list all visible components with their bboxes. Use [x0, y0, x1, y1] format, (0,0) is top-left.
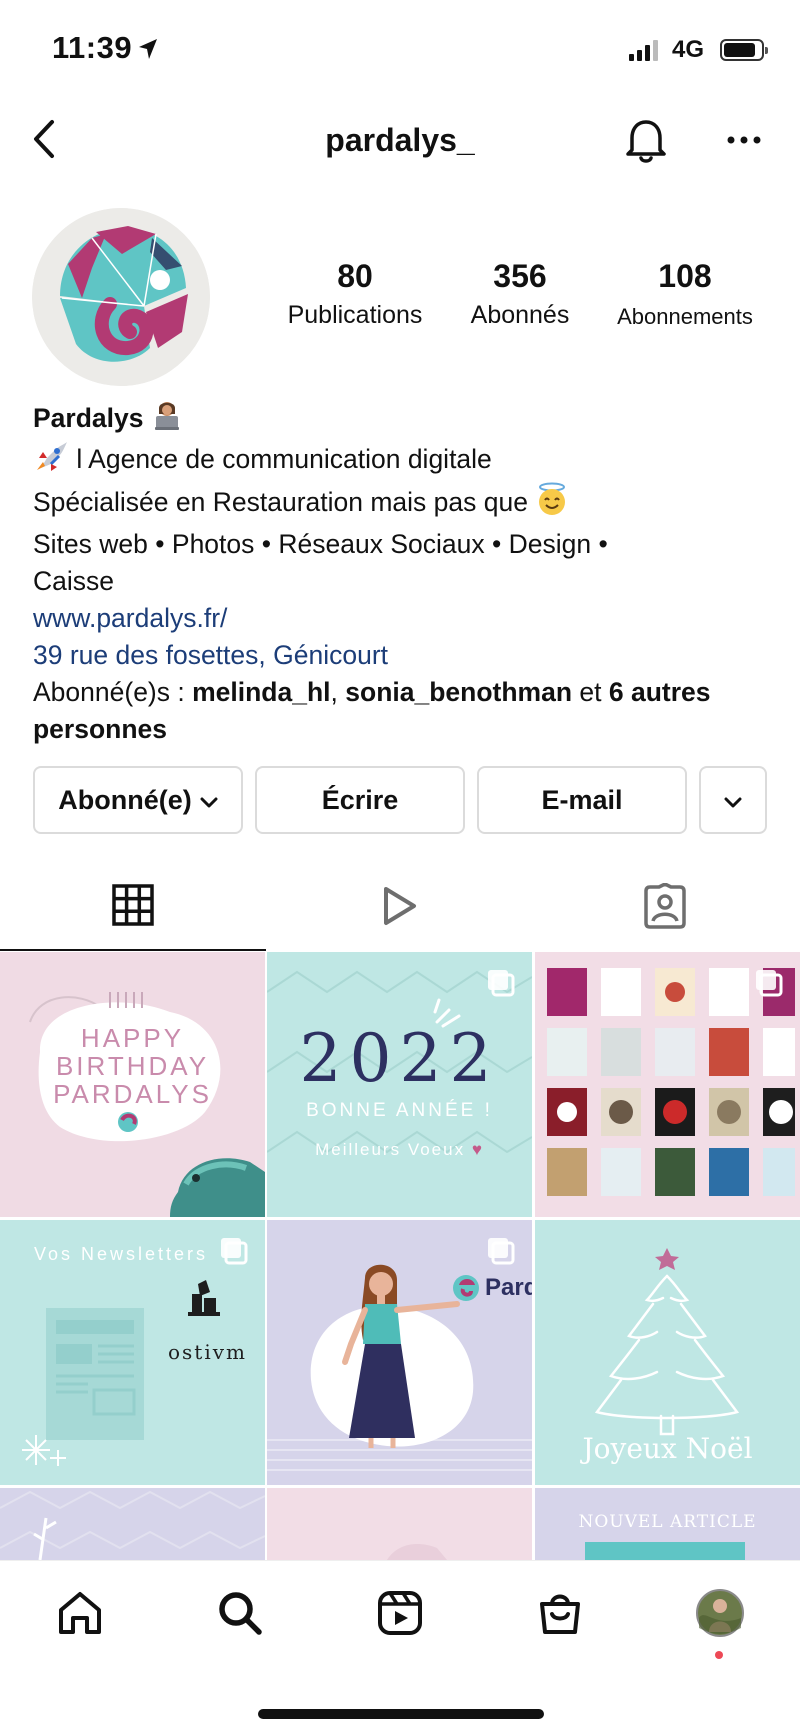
bio-line-2: Spécialisée en Restauration mais pas que [33, 487, 528, 517]
stat-label: Publications [287, 301, 423, 329]
post-tile-article[interactable]: NOUVEL ARTICLE [535, 1488, 800, 1560]
post-tile-illustration[interactable]: Pard [267, 1220, 532, 1485]
profile-header: pardalys_ [0, 100, 800, 180]
email-button[interactable]: E-mail [477, 766, 687, 834]
website-link[interactable]: www.pardalys.fr/ [33, 600, 753, 637]
bio-line-4: Caisse [33, 566, 115, 596]
bottom-navigation [0, 1560, 800, 1731]
article-artwork [585, 1542, 745, 1560]
carousel-icon [486, 968, 516, 998]
person-laptop-emoji-icon [151, 400, 183, 440]
profile-tabs [0, 865, 800, 951]
birthday-line-2: BIRTHDAY [55, 1051, 210, 1081]
email-label: E-mail [541, 784, 623, 815]
tagged-icon [642, 881, 688, 934]
carousel-icon [219, 1236, 249, 1266]
post-tile-newyear[interactable]: 2022 BONNE ANNÉE ! Meilleurs Voeux ♥ [267, 952, 532, 1217]
message-label: Écrire [321, 784, 399, 815]
stat-followers[interactable]: 356 Abonnés [440, 258, 600, 330]
address-link[interactable]: 39 rue des fosettes, Génicourt [33, 637, 753, 674]
post-tile-christmas[interactable]: Joyeux Noël [535, 1220, 800, 1485]
newyear-line-2: Meilleurs Voeux ♥ [267, 1140, 532, 1160]
status-bar: 11:39 4G [0, 0, 800, 100]
post-tile-newsletter[interactable]: Vos Newsletters ostivm [0, 1220, 265, 1485]
newyear-line-2-text: Meilleurs Voeux [315, 1140, 466, 1159]
stat-label: Abonnés [470, 301, 570, 329]
profile-username: pardalys_ [325, 122, 475, 158]
birthday-line-1: HAPPY [80, 1023, 185, 1053]
stat-publications[interactable]: 80 Publications [270, 258, 440, 330]
reels-icon[interactable] [370, 1583, 430, 1643]
birthday-line-3: PARDALYS [53, 1079, 212, 1109]
status-indicators: 4G [628, 36, 768, 64]
following-label: Abonné(e) [58, 784, 192, 815]
profile-avatar-logo[interactable] [32, 208, 210, 386]
status-time: 11:39 [52, 30, 133, 65]
carousel-icon [486, 1236, 516, 1266]
notification-dot [715, 1651, 723, 1659]
profile-bio: Pardalys l Agence de communication digit… [33, 400, 753, 748]
brand-partial-text: Pard [485, 1274, 532, 1301]
location-arrow-icon [138, 38, 158, 65]
bell-icon[interactable] [618, 112, 674, 168]
followed-sep: , [330, 677, 346, 707]
tab-grid[interactable] [0, 865, 266, 951]
newsletter-title: Vos Newsletters [34, 1244, 209, 1264]
following-button[interactable]: Abonné(e) [33, 766, 243, 834]
bio-line-3: Sites web • Photos • Réseaux Sociaux • D… [33, 529, 608, 559]
grid-icon [112, 883, 154, 931]
profile-avatar[interactable] [690, 1583, 750, 1643]
home-indicator [258, 1709, 544, 1719]
profile-actions: Abonné(e) Écrire E-mail [33, 766, 768, 836]
followed-by-prefix: Abonné(e)s : [33, 677, 193, 707]
home-icon[interactable] [50, 1583, 110, 1643]
partial-artwork [387, 1544, 447, 1560]
suggestions-button[interactable] [699, 766, 767, 834]
partial-artwork [0, 1490, 265, 1560]
brand-badge: Pard [453, 1274, 532, 1302]
search-icon[interactable] [210, 1583, 270, 1643]
followed-user-2: sonia_benothman [345, 677, 573, 707]
christmas-text: Joyeux Noël [582, 1432, 753, 1465]
post-tile-partial-1[interactable] [0, 1488, 265, 1560]
followed-and: et [572, 677, 609, 707]
profile-display-name: Pardalys [33, 403, 144, 433]
stat-value: 80 [337, 258, 373, 294]
posts-grid: HAPPY BIRTHDAY PARDALYS 2022 BONNE ANNÉE… [0, 952, 800, 1560]
network-type: 4G [671, 36, 704, 63]
stat-label: Abonnements [617, 304, 753, 329]
post-tile-birthday[interactable]: HAPPY BIRTHDAY PARDALYS [0, 952, 265, 1217]
halo-smile-emoji-icon [535, 482, 569, 526]
bio-line-1: l Agence de communication digitale [76, 444, 492, 474]
post-tile-partial-2[interactable] [267, 1488, 532, 1560]
stat-value: 356 [493, 258, 547, 294]
post-tile-collage[interactable] [535, 952, 800, 1217]
tab-reels[interactable] [266, 865, 532, 951]
battery-icon [720, 39, 768, 61]
heart-icon: ♥ [471, 1140, 484, 1159]
signal-icon [628, 39, 658, 61]
tab-tagged[interactable] [532, 865, 798, 951]
newyear-line-1: BONNE ANNÉE ! [306, 1100, 493, 1121]
stat-value: 108 [658, 258, 712, 294]
rocket-emoji-icon [33, 440, 69, 482]
newsletter-brand: ostivm [168, 1340, 248, 1364]
profile-stats: 80 Publications 356 Abonnés 108 Abonneme… [270, 258, 770, 338]
more-dots-icon[interactable] [720, 120, 770, 160]
carousel-icon [754, 968, 784, 998]
shop-icon[interactable] [530, 1583, 590, 1643]
stat-following[interactable]: 108 Abonnements [600, 258, 770, 330]
newyear-year: 2022 [299, 1020, 500, 1097]
followed-by[interactable]: Abonné(e)s : melinda_hl, sonia_benothman… [33, 674, 753, 748]
chevron-down-icon [724, 785, 742, 816]
message-button[interactable]: Écrire [255, 766, 465, 834]
reels-play-icon [378, 884, 420, 933]
followed-user-1: melinda_hl [192, 677, 331, 707]
chevron-down-icon [200, 785, 218, 816]
